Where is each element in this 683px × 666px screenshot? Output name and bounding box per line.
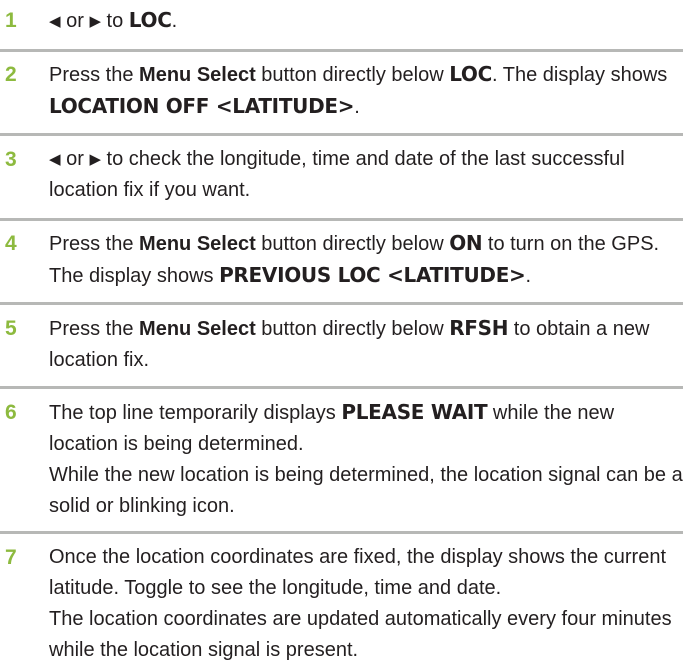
divider xyxy=(0,49,683,52)
step-note: The location coordinates are updated aut… xyxy=(49,608,672,661)
step-paragraph: Press the Menu Select button directly be… xyxy=(49,59,683,123)
step-text: Press the Menu Select button directly be… xyxy=(49,228,683,292)
text-run: . xyxy=(525,265,532,287)
step-text: Press the Menu Select button directly be… xyxy=(49,59,683,123)
text-run: or xyxy=(60,148,90,170)
step-note: While the new location is being determin… xyxy=(49,464,683,517)
step-number: 7 xyxy=(5,546,17,569)
button-name: Menu Select xyxy=(139,318,256,340)
step-number: 4 xyxy=(5,232,17,255)
text-run: . xyxy=(171,10,178,32)
step-text: Press the Menu Select button directly be… xyxy=(49,313,683,376)
step-paragraph: ◀ or ▶ to LOC. xyxy=(49,5,683,37)
step-text: Once the location coordinates are fixed,… xyxy=(49,542,683,666)
text-run: Press the xyxy=(49,64,140,86)
button-name: Menu Select xyxy=(139,233,256,255)
display-text: LOC xyxy=(128,8,172,32)
step-text: The top line temporarily displays PLEASE… xyxy=(49,397,683,522)
button-name: Menu Select xyxy=(139,64,256,86)
step-paragraph: Once the location coordinates are fixed,… xyxy=(49,546,667,599)
divider xyxy=(0,302,683,305)
divider xyxy=(0,386,683,389)
text-run: Press the xyxy=(49,233,140,255)
display-text: LOC xyxy=(449,62,492,86)
text-run: . The display shows xyxy=(492,64,668,86)
step-paragraph: ◀ or ▶ to check the longitude, time and … xyxy=(49,144,683,206)
right-arrow-icon: ▶ xyxy=(89,13,101,30)
text-run: button directly below xyxy=(255,233,450,255)
display-text: PLEASE WAIT xyxy=(341,400,488,424)
display-text: PREVIOUS LOC <LATITUDE> xyxy=(219,263,526,287)
step-number: 5 xyxy=(5,317,17,340)
divider xyxy=(0,531,683,534)
step-number: 1 xyxy=(5,9,17,32)
left-arrow-icon: ◀ xyxy=(49,13,61,30)
step-paragraph: Press the Menu Select button directly be… xyxy=(49,228,683,292)
text-run: to check the longitude, time and date of… xyxy=(49,148,625,201)
divider xyxy=(0,133,683,136)
text-run: button directly below xyxy=(255,64,450,86)
text-run: to xyxy=(101,10,129,32)
step-number: 3 xyxy=(5,148,17,171)
text-run: . xyxy=(354,96,360,118)
display-text: RFSH xyxy=(449,316,509,340)
text-run: or xyxy=(60,10,90,32)
step-text: ◀ or ▶ to check the longitude, time and … xyxy=(49,144,683,206)
text-run: Press the xyxy=(49,318,140,340)
left-arrow-icon: ◀ xyxy=(49,151,61,168)
instruction-steps: 1 ◀ or ▶ to LOC. 2 Press the Menu Select… xyxy=(0,0,683,661)
text-run: button directly below xyxy=(255,318,450,340)
right-arrow-icon: ▶ xyxy=(89,151,101,168)
step-paragraph: Press the Menu Select button directly be… xyxy=(49,313,683,376)
step-number: 2 xyxy=(5,63,17,86)
text-run: The top line temporarily displays xyxy=(49,402,342,424)
step-paragraph: The top line temporarily displays PLEASE… xyxy=(49,397,683,460)
step-text: ◀ or ▶ to LOC. xyxy=(49,5,683,37)
divider xyxy=(0,218,683,221)
step-number: 6 xyxy=(5,401,17,424)
display-text: LOCATION OFF <LATITUDE> xyxy=(49,94,355,118)
display-text: ON xyxy=(449,231,483,255)
